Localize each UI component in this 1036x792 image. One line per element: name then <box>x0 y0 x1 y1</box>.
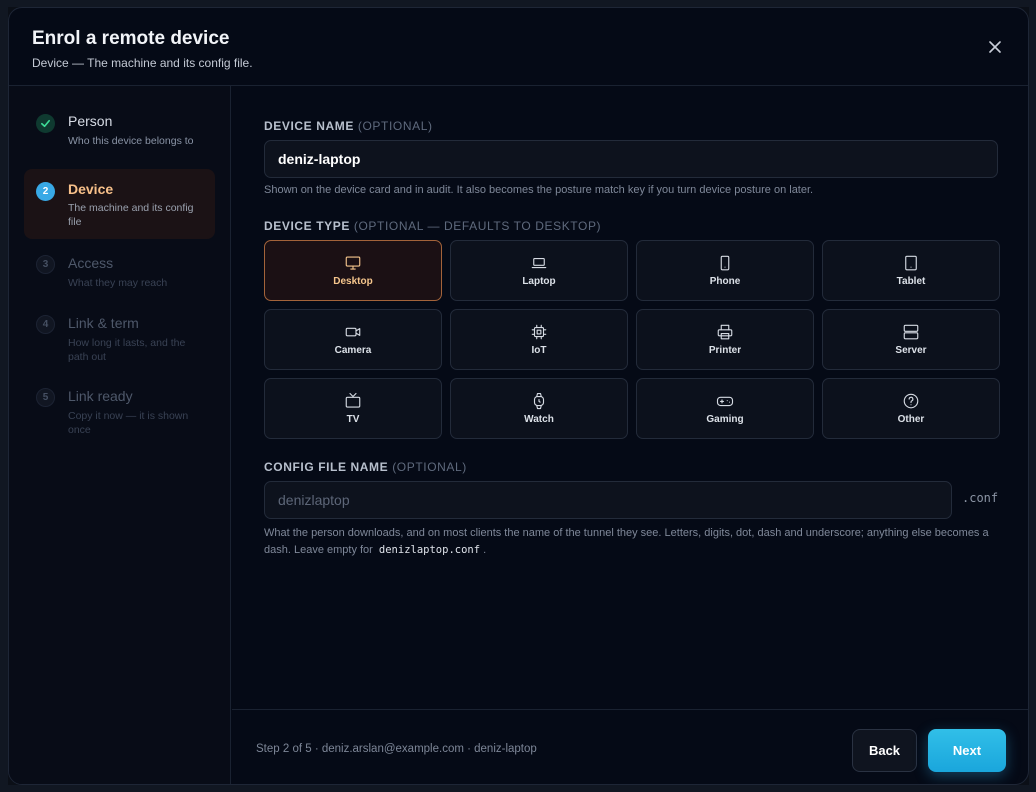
check-icon <box>41 119 50 128</box>
enrol-device-dialog: Enrol a remote device Device — The machi… <box>8 7 1029 785</box>
device-type-desktop[interactable]: Desktop <box>264 240 442 301</box>
step-content: DEVICE NAME (OPTIONAL) deniz-laptop Show… <box>232 86 1028 709</box>
input-value: deniz-laptop <box>278 151 361 167</box>
step-description: Copy it now — it is shown once <box>68 410 189 436</box>
dialog-footer: Step 2 of 5 · deniz.arslan@example.com ·… <box>232 709 1028 784</box>
label-text: DEVICE TYPE <box>264 219 350 233</box>
back-button[interactable]: Back <box>852 729 917 772</box>
step-number-badge: 4 <box>36 315 55 334</box>
tablet-icon <box>905 255 917 271</box>
backdrop-right <box>1029 0 1036 792</box>
step-link-ready: 5 Link ready Copy it now — it is shown o… <box>24 381 215 437</box>
tile-label: Tablet <box>896 276 926 287</box>
optional-tag: (OPTIONAL — DEFAULTS TO DESKTOP) <box>353 219 602 233</box>
step-link-term: 4 Link & term How long it lasts, and the… <box>24 308 215 364</box>
help-circle-icon <box>903 393 919 409</box>
tile-label: TV <box>346 414 360 425</box>
tile-label: Other <box>897 414 925 425</box>
camera-icon <box>345 327 361 337</box>
step-complete-badge <box>36 114 55 133</box>
next-button[interactable]: Next <box>928 729 1006 772</box>
printer-icon <box>717 324 733 340</box>
tv-icon <box>345 392 361 408</box>
step-description: How long it lasts, and the path out <box>68 337 186 363</box>
device-name-label: DEVICE NAME (OPTIONAL) <box>264 119 433 133</box>
tile-label: Gaming <box>706 414 744 425</box>
gamepad-icon <box>716 396 734 407</box>
input-placeholder: denizlaptop <box>278 492 350 508</box>
step-access: 3 Access What they may reach <box>24 248 215 294</box>
device-name-input[interactable]: deniz-laptop <box>264 140 998 178</box>
step-number-badge: 2 <box>36 182 55 201</box>
step-title: Link ready <box>68 388 133 404</box>
step-person[interactable]: Person Who this device belongs to <box>24 110 215 158</box>
footer-status: Step 2 of 5 · deniz.arslan@example.com ·… <box>256 743 537 755</box>
tile-label: Server <box>895 345 927 356</box>
dialog-subtitle: Device — The machine and its config file… <box>32 56 253 70</box>
config-file-hint: What the person downloads, and on most c… <box>264 525 998 559</box>
device-type-label: DEVICE TYPE (OPTIONAL — DEFAULTS TO DESK… <box>264 219 601 233</box>
tile-label: Phone <box>709 276 741 287</box>
backdrop-bottom <box>0 785 1036 792</box>
phone-icon <box>720 255 730 271</box>
dialog-header: Enrol a remote device Device — The machi… <box>9 8 1028 86</box>
device-type-tablet[interactable]: Tablet <box>822 240 1000 301</box>
label-text: DEVICE NAME <box>264 119 354 133</box>
step-title: Link & term <box>68 315 139 331</box>
watch-icon <box>533 392 545 410</box>
device-type-printer[interactable]: Printer <box>636 309 814 370</box>
tile-label: Laptop <box>522 276 556 287</box>
conf-suffix: .conf <box>962 491 999 505</box>
step-number-badge: 3 <box>36 255 55 274</box>
device-type-phone[interactable]: Phone <box>636 240 814 301</box>
hint-text: What the person downloads, and on most c… <box>264 527 989 556</box>
close-button[interactable] <box>984 36 1006 58</box>
default-filename: denizlaptop.conf <box>378 544 481 556</box>
device-type-watch[interactable]: Watch <box>450 378 628 439</box>
device-type-tv[interactable]: TV <box>264 378 442 439</box>
tile-label: Printer <box>708 345 742 356</box>
dialog-title: Enrol a remote device <box>32 28 230 49</box>
step-number-badge: 5 <box>36 388 55 407</box>
tile-label: IoT <box>531 345 547 356</box>
tile-label: Camera <box>334 345 372 356</box>
step-title: Access <box>68 255 114 271</box>
device-type-server[interactable]: Server <box>822 309 1000 370</box>
step-title: Person <box>68 113 113 129</box>
tile-label: Watch <box>524 414 554 425</box>
hint-end: . <box>483 544 487 556</box>
device-type-camera[interactable]: Camera <box>264 309 442 370</box>
step-title: Device <box>68 181 114 197</box>
optional-tag: (OPTIONAL) <box>392 460 467 474</box>
chip-icon <box>531 324 547 340</box>
device-type-iot[interactable]: IoT <box>450 309 628 370</box>
device-type-gaming[interactable]: Gaming <box>636 378 814 439</box>
tile-label: Desktop <box>333 276 373 287</box>
laptop-icon <box>531 257 547 269</box>
device-type-grid: Desktop Laptop Phone Tablet Camera IoT P… <box>264 240 1000 439</box>
wizard-steps: Person Who this device belongs to 2 Devi… <box>9 86 231 784</box>
optional-tag: (OPTIONAL) <box>357 119 433 133</box>
label-text: CONFIG FILE NAME <box>264 460 389 474</box>
config-file-input[interactable]: denizlaptop <box>264 481 952 519</box>
device-name-hint: Shown on the device card and in audit. I… <box>264 184 814 196</box>
step-device[interactable]: 2 Device The machine and its config file <box>24 169 215 239</box>
step-description: What they may reach <box>68 277 168 289</box>
device-type-laptop[interactable]: Laptop <box>450 240 628 301</box>
step-description: Who this device belongs to <box>68 135 194 147</box>
config-file-label: CONFIG FILE NAME (OPTIONAL) <box>264 460 467 474</box>
backdrop-top <box>0 0 1036 7</box>
backdrop-left <box>0 0 8 792</box>
close-icon <box>989 41 1001 53</box>
device-type-other[interactable]: Other <box>822 378 1000 439</box>
monitor-icon <box>345 256 361 270</box>
step-description: The machine and its config file <box>68 202 194 228</box>
server-icon <box>903 324 919 340</box>
